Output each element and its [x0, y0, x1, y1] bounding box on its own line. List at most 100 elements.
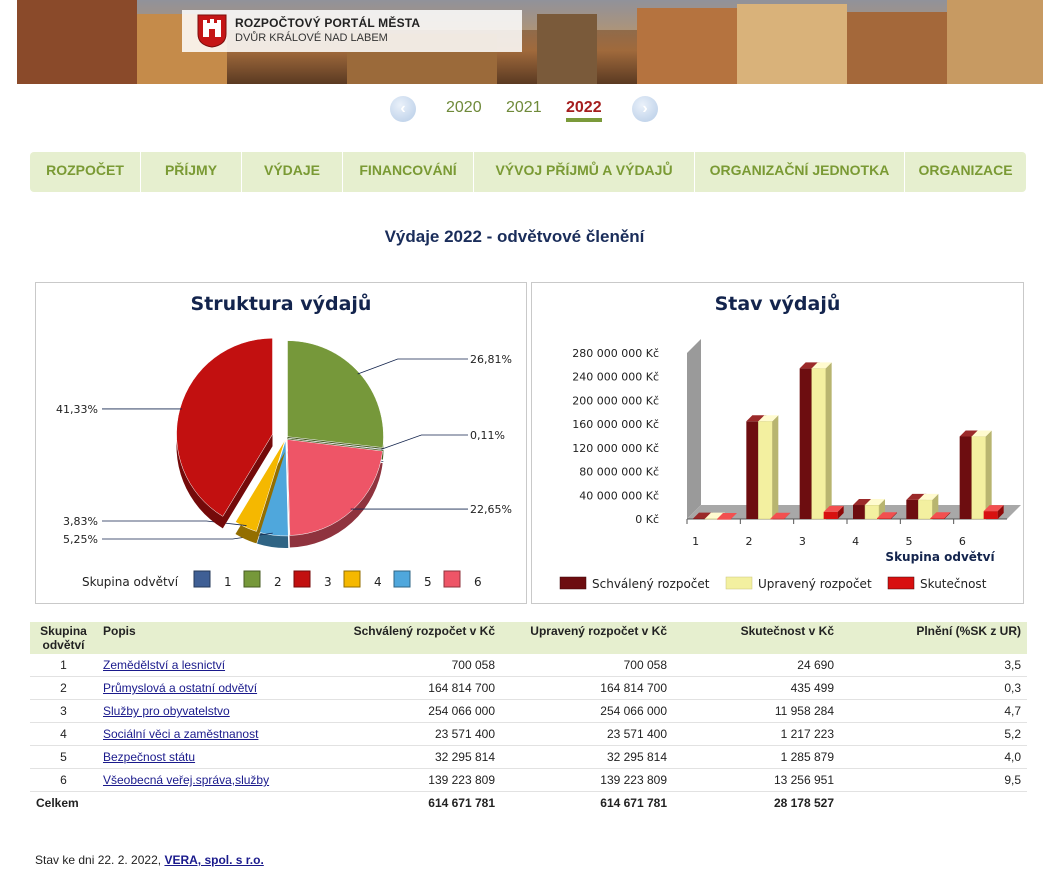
bar-side: [825, 362, 832, 519]
bar[interactable]: [918, 499, 933, 520]
row-description-link[interactable]: Sociální věci a zaměstnanost: [103, 727, 258, 741]
footer: Stav ke dni 22. 2. 2022, VERA, spol. s r…: [35, 853, 264, 867]
bar[interactable]: [823, 511, 838, 519]
pie-legend-swatch[interactable]: [443, 570, 461, 588]
table-cell: 614 671 781: [501, 792, 673, 815]
y-tick-label: 200 000 000 Kč: [572, 394, 659, 407]
table-cell: 435 499: [673, 676, 840, 700]
row-approved: 254 066 000: [428, 704, 495, 718]
row-description-link[interactable]: Průmyslová a ostatní odvětví: [103, 681, 257, 695]
nav-financovani[interactable]: FINANCOVÁNÍ: [343, 152, 474, 192]
table-cell: 254 066 000: [501, 699, 673, 723]
pie-label-line: [357, 358, 468, 375]
pie-legend-swatch[interactable]: [343, 570, 361, 588]
pie-slice[interactable]: [287, 340, 384, 448]
nav-vydaje[interactable]: VÝDAJE: [242, 152, 343, 192]
bar[interactable]: [717, 518, 731, 520]
row-description-link[interactable]: Všeobecná veřej.správa,služby: [103, 773, 269, 787]
table-cell: 9,5: [840, 768, 1027, 792]
chevron-left-icon: ‹: [400, 100, 406, 117]
row-fulfil: 4,0: [1004, 750, 1021, 764]
total-approved: 614 671 781: [428, 796, 495, 810]
row-approved: 139 223 809: [428, 773, 495, 787]
row-description-link[interactable]: Bezpečnost státu: [103, 750, 195, 764]
pie-legend-swatch[interactable]: [243, 570, 261, 588]
pie-label: 5,25%: [63, 533, 98, 546]
row-description-link[interactable]: Zemědělství a lesnictví: [103, 658, 225, 672]
table-cell: 13 256 951: [673, 768, 840, 792]
row-actual: 11 958 284: [774, 704, 834, 718]
row-fulfil: 9,5: [1004, 773, 1021, 787]
bar[interactable]: [770, 518, 785, 520]
year-2022[interactable]: 2022: [566, 99, 602, 122]
table-row: 3 Služby pro obyvatelstvo 254 066 000 254 0…: [30, 699, 1027, 723]
table-cell: 11 958 284: [673, 699, 840, 723]
col-fulfil-header: Plnění (%SK z UR): [840, 622, 1027, 654]
row-group: 6: [60, 773, 67, 787]
table-cell: 5: [30, 745, 97, 769]
bar-chart-panel: Stav výdajů 0 Kč 40 000 000 Kč 80 000 000 …: [531, 282, 1024, 604]
pie-legend-swatch[interactable]: [293, 570, 311, 588]
pie-label: 22,65%: [470, 503, 512, 516]
bar[interactable]: [930, 518, 945, 519]
city-name: DVŮR KRÁLOVÉ NAD LABEM: [235, 32, 388, 44]
y-tick-label: 160 000 000 Kč: [572, 418, 659, 431]
row-group: 4: [60, 727, 67, 741]
portal-logo[interactable]: ROZPOČTOVÝ PORTÁL MĚSTA DVŮR KRÁLOVÉ NAD…: [182, 10, 522, 52]
banner-building: [17, 0, 137, 84]
year-2020[interactable]: 2020: [446, 99, 482, 117]
row-fulfil: 5,2: [1004, 727, 1021, 741]
row-adjusted: 254 066 000: [600, 704, 667, 718]
table-cell: 24 690: [673, 654, 840, 677]
table-cell: Průmyslová a ostatní odvětví: [97, 676, 339, 700]
nav-prijmy[interactable]: PŘÍJMY: [141, 152, 242, 192]
banner-building: [537, 14, 597, 84]
vendor-link[interactable]: VERA, spol. s r.o.: [164, 853, 263, 867]
bar-legend-swatch[interactable]: [887, 576, 915, 590]
year-2021[interactable]: 2021: [506, 99, 542, 117]
year-selector: ‹ 2020 2021 2022 ›: [0, 92, 1064, 126]
bar-legend-swatch[interactable]: [559, 576, 587, 590]
bar-legend-swatch[interactable]: [725, 576, 753, 590]
nav-organizace[interactable]: ORGANIZACE: [905, 152, 1026, 192]
nav-vyvoj[interactable]: VÝVOJ PŘÍJMŮ A VÝDAJŮ: [474, 152, 695, 192]
x-tick-label: 4: [852, 535, 859, 548]
col-group-header: Skupina odvětví: [30, 622, 97, 654]
bar[interactable]: [704, 518, 720, 520]
table-row: 6 Všeobecná veřej.správa,služby 139 223 80…: [30, 768, 1027, 792]
row-actual: 1 217 223: [780, 727, 834, 741]
table-cell: Služby pro obyvatelstvo: [97, 699, 339, 723]
nav-rozpocet[interactable]: ROZPOČET: [30, 152, 141, 192]
row-group: 5: [60, 750, 67, 764]
row-adjusted: 32 295 814: [606, 750, 667, 764]
pie-slice[interactable]: [287, 439, 383, 536]
table-cell: 164 814 700: [501, 676, 673, 700]
pie-legend-label: 1: [224, 575, 232, 589]
table-cell: 139 223 809: [501, 768, 673, 792]
row-actual: 24 690: [797, 658, 834, 672]
prev-year-button[interactable]: ‹: [390, 96, 416, 122]
nav-organizacni-jednotka[interactable]: ORGANIZAČNÍ JEDNOTKA: [695, 152, 905, 192]
row-fulfil: 4,7: [1004, 704, 1021, 718]
pie-legend-label: 6: [474, 575, 482, 589]
expenditure-table: Skupina odvětví Popis Schválený rozpočet…: [30, 622, 1027, 814]
table-cell: [97, 792, 339, 815]
bar[interactable]: [971, 436, 986, 520]
row-approved: 700 058: [451, 658, 495, 672]
row-approved: 164 814 700: [428, 681, 495, 695]
bar[interactable]: [877, 518, 891, 519]
pie-label-line: [381, 434, 468, 450]
row-description-link[interactable]: Služby pro obyvatelstvo: [103, 704, 230, 718]
banner-building: [737, 4, 847, 84]
bar[interactable]: [811, 368, 826, 520]
bar[interactable]: [983, 511, 998, 519]
table-row: 2 Průmyslová a ostatní odvětví 164 814 700…: [30, 676, 1027, 700]
pie-legend-swatch[interactable]: [193, 570, 211, 588]
next-year-button[interactable]: ›: [632, 96, 658, 122]
bar[interactable]: [864, 504, 880, 520]
pie-legend-swatch[interactable]: [393, 570, 411, 588]
table-cell: [840, 792, 1027, 815]
bar[interactable]: [758, 421, 773, 520]
row-actual: 1 285 879: [780, 750, 834, 764]
bar-legend-label: Schválený rozpočet: [592, 577, 710, 591]
